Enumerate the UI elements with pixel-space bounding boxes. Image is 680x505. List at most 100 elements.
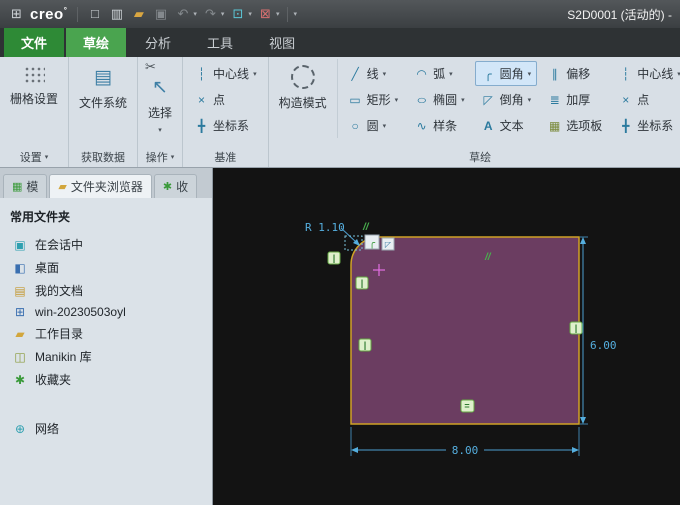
sketch-tools-column-1: ╱ 线 ▾ ▭ 矩形 ▾ ○ 圆 ▾ <box>340 59 407 138</box>
coordinate-system-icon: ╋ <box>197 118 206 133</box>
close-caret-icon[interactable]: ▾ <box>276 10 280 18</box>
documents-icon: ▤ <box>14 283 26 298</box>
dimension-radius-value[interactable]: R 1.10 <box>305 221 345 234</box>
settings-footer-label: 设置 <box>19 151 42 164</box>
construction-mode-button[interactable]: 构造模式 <box>272 59 338 138</box>
tool-ellipse[interactable]: ○ 椭圆 ▾ <box>408 87 471 112</box>
parallel-constraint[interactable]: // <box>362 222 370 233</box>
tool-text[interactable]: A 文本 <box>475 113 538 138</box>
tool-palette[interactable]: ▦ 选项板 <box>541 113 608 138</box>
file-system-icon: ▤ <box>94 66 112 88</box>
tool-rectangle[interactable]: ▭ 矩形 ▾ <box>342 87 405 112</box>
tool-arc[interactable]: ◠ 弧 ▾ <box>408 61 471 86</box>
sketch-canvas[interactable]: 6.00 8.00 R 1.10 // // | | | | = ╭ ◸ <box>213 168 680 505</box>
caret-icon: ▾ <box>449 70 453 78</box>
save-icon[interactable]: ▣ <box>152 0 169 28</box>
grid-settings-label: 栅格设置 <box>10 92 59 106</box>
dim-arrow-icon <box>580 417 586 424</box>
sketch-footer: 草绘 <box>469 151 492 164</box>
app-menu-icon[interactable]: ⊞ <box>8 0 25 28</box>
new-file-icon[interactable]: □ <box>86 0 103 28</box>
operations-footer-label: 操作 <box>145 151 168 164</box>
point-icon: × <box>622 92 630 107</box>
folder-list: 常用文件夹 ▣ 在会话中 ◧ 桌面 ▤ 我的文档 ⊞ win-20230503o… <box>0 198 212 505</box>
dimension-height-value[interactable]: 6.00 <box>590 339 617 352</box>
print-icon[interactable]: ▥ <box>108 0 125 28</box>
tool-spline[interactable]: ∿ 样条 <box>408 113 471 138</box>
tool-csys[interactable]: ╋ 坐标系 <box>612 113 680 138</box>
undo-caret-icon[interactable]: ▾ <box>193 10 197 18</box>
select-button[interactable]: ↖ 选择 ▾ <box>141 75 179 147</box>
redo-caret-icon[interactable]: ▾ <box>221 10 225 18</box>
line-icon: ╱ <box>351 66 359 81</box>
tab-analysis[interactable]: 分析 <box>128 28 188 57</box>
creo-logo: creo° <box>30 5 68 23</box>
settings-footer-button[interactable]: 设置 ▾ <box>3 147 65 167</box>
file-system-button[interactable]: ▤ 文件系统 <box>72 59 134 147</box>
sketch-rectangle[interactable] <box>350 236 580 425</box>
tool-datum-point[interactable]: × 点 <box>188 87 263 112</box>
file-system-label: 文件系统 <box>79 96 128 110</box>
construction-mode-label: 构造模式 <box>278 96 327 110</box>
caret-icon: ▾ <box>527 70 532 78</box>
grid-settings-button[interactable]: 栅格设置 <box>3 59 65 147</box>
cut-icon[interactable]: ✂ <box>141 59 160 75</box>
caret-icon: ▾ <box>382 122 387 130</box>
ribbon: 栅格设置 设置 ▾ ▤ 文件系统 获取数据 ✂ ↖ 选择 ▾ 操作 ▾ ┆ 中心… <box>0 57 680 168</box>
tab-file[interactable]: 文件 <box>4 28 65 57</box>
svg-text:|: | <box>575 323 578 333</box>
tool-line[interactable]: ╱ 线 ▾ <box>342 61 405 86</box>
tool-datum-centerline[interactable]: ┆ 中心线 ▾ <box>188 61 263 86</box>
tool-chamfer[interactable]: ◸ 倒角 ▾ <box>475 87 538 112</box>
tool-centerline[interactable]: ┆ 中心线 ▾ <box>612 61 680 86</box>
folder-item-favorites[interactable]: ✱ 收藏夹 <box>0 368 212 391</box>
titlebar: ⊞ creo° □ ▥ ▰ ▣ ↶ ▾ ↷ ▾ ⊡ ▾ ⊠ ▾ ▾ S2D0001 (活… <box>0 0 680 28</box>
point-icon: × <box>198 92 206 107</box>
tab-favorites[interactable]: ✱ 收 <box>153 174 198 198</box>
redo-icon[interactable]: ↷ <box>202 0 219 28</box>
dim-arrow-icon <box>351 447 358 453</box>
undo-icon[interactable]: ↶ <box>174 0 191 28</box>
caret-icon: ▾ <box>382 70 387 78</box>
tab-folder-browser[interactable]: ▰ 文件夹浏览器 <box>49 174 152 198</box>
tool-datum-csys[interactable]: ╋ 坐标系 <box>188 113 263 138</box>
sketch-svg: 6.00 8.00 R 1.10 // // | | | | = ╭ ◸ <box>305 221 617 457</box>
sketch-tools-column-2: ◠ 弧 ▾ ○ 椭圆 ▾ ∿ 样条 <box>406 59 473 138</box>
tool-fillet[interactable]: ╭ 圆角 ▾ <box>474 61 538 86</box>
folder-item-working-directory[interactable]: ▰ 工作目录 <box>0 322 212 345</box>
open-folder-icon[interactable]: ▰ <box>130 0 147 28</box>
fillet-icon: ╭ <box>484 66 492 81</box>
toolbar-options-caret-icon[interactable]: ▾ <box>293 10 297 18</box>
dimension-width-value[interactable]: 8.00 <box>452 444 479 457</box>
refit-caret-icon[interactable]: ▾ <box>248 10 252 18</box>
navigator-tabs: ▦ 模 ▰ 文件夹浏览器 ✱ 收 <box>0 168 212 198</box>
svg-text:|: | <box>333 253 336 263</box>
folder-item-desktop[interactable]: ◧ 桌面 <box>0 256 212 279</box>
tool-point[interactable]: × 点 <box>612 87 680 112</box>
sketch-tools-column-4: ∥ 偏移 ≣ 加厚 ▦ 选项板 <box>539 59 610 138</box>
text-icon: A <box>483 118 493 133</box>
tab-model-tree[interactable]: ▦ 模 <box>3 174 48 198</box>
tool-offset[interactable]: ∥ 偏移 <box>541 61 608 86</box>
tab-sketch[interactable]: 草绘 <box>66 28 127 57</box>
get-data-footer-button[interactable]: 获取数据 <box>72 147 134 167</box>
tool-thicken[interactable]: ≣ 加厚 <box>541 87 608 112</box>
tool-circle[interactable]: ○ 圆 ▾ <box>342 113 405 138</box>
ribbon-group-grid-settings: 栅格设置 设置 ▾ <box>0 57 70 167</box>
close-window-icon[interactable]: ⊠ <box>257 0 274 28</box>
folder-item-manikin-library[interactable]: ◫ Manikin 库 <box>0 345 212 368</box>
tab-view[interactable]: 视图 <box>252 28 312 57</box>
sketch-tools-column-5: ┆ 中心线 ▾ × 点 ╋ 坐标系 <box>610 59 680 138</box>
ribbon-group-file-system: ▤ 文件系统 获取数据 <box>69 57 139 167</box>
tab-tools[interactable]: 工具 <box>190 28 250 57</box>
centerline-icon: ┆ <box>622 66 630 81</box>
folder-item-network[interactable]: ⊕ 网络 <box>0 417 212 440</box>
star-icon: ✱ <box>14 372 26 387</box>
folder-item-in-session[interactable]: ▣ 在会话中 <box>0 233 212 256</box>
refit-window-icon[interactable]: ⊡ <box>229 0 246 28</box>
dim-arrow-icon <box>580 237 586 244</box>
folder-item-computer[interactable]: ⊞ win-20230503oyl <box>0 302 212 322</box>
operations-footer-button[interactable]: 操作 ▾ <box>141 147 179 167</box>
folder-item-documents[interactable]: ▤ 我的文档 <box>0 279 212 302</box>
main-area: ▦ 模 ▰ 文件夹浏览器 ✱ 收 常用文件夹 ▣ 在会话中 ◧ 桌面 ▤ 我的文… <box>0 168 680 505</box>
